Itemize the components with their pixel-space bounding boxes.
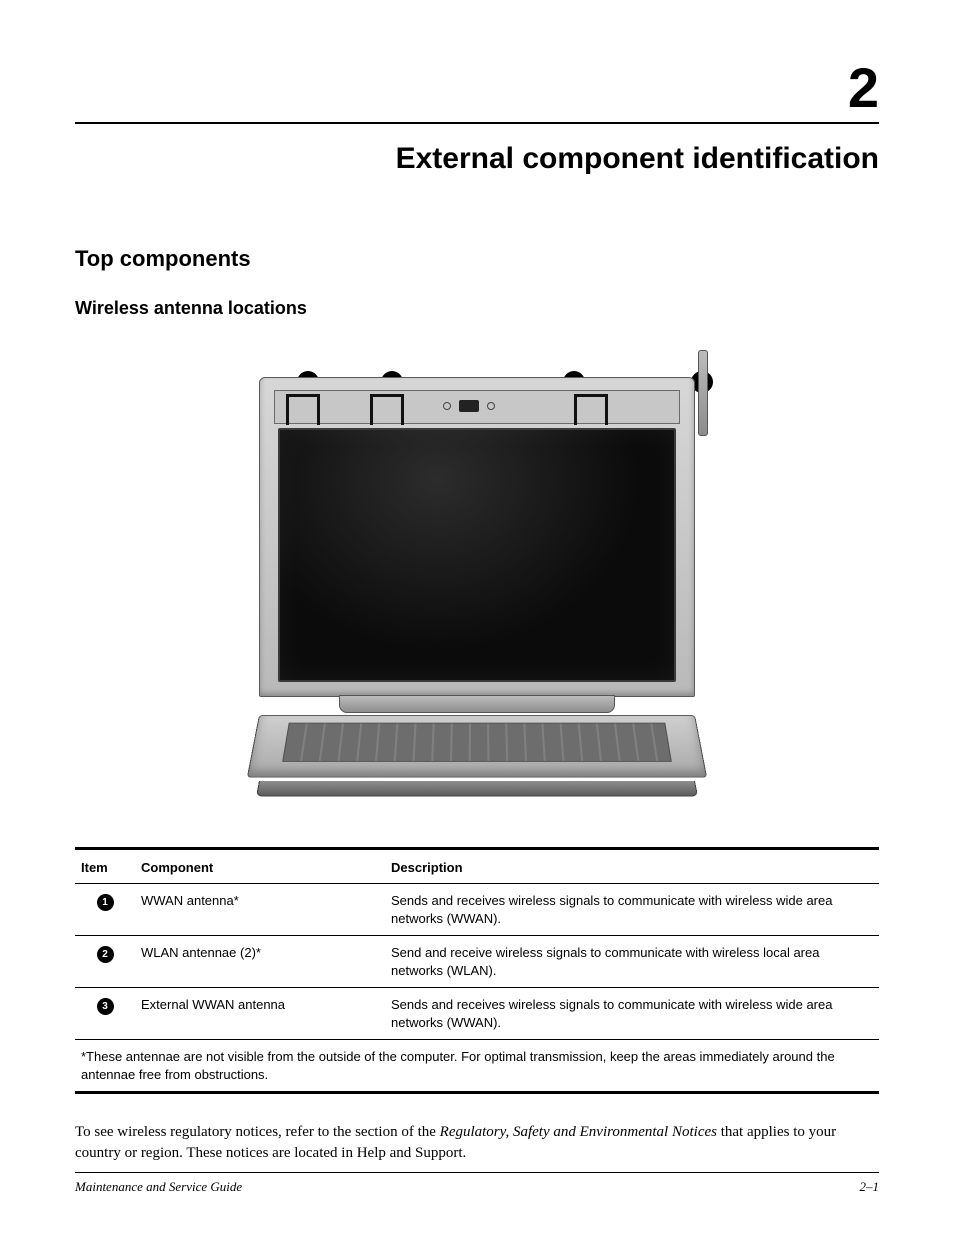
table-row: 1 WWAN antenna* Sends and receives wirel… [75, 884, 879, 936]
table-header-item: Item [75, 849, 135, 884]
chapter-rule [75, 122, 879, 124]
front-edge [256, 781, 698, 796]
display-panel [278, 428, 676, 682]
page-footer: Maintenance and Service Guide 2–1 [75, 1172, 879, 1195]
webcam-icon [459, 400, 479, 412]
chapter-title: External component identification [75, 142, 879, 176]
description-cell: Sends and receives wireless signals to c… [385, 884, 879, 936]
table-header-component: Component [135, 849, 385, 884]
description-cell: Send and receive wireless signals to com… [385, 936, 879, 988]
footer-title: Maintenance and Service Guide [75, 1179, 242, 1195]
component-cell: WWAN antenna* [135, 884, 385, 936]
components-table: Item Component Description 1 WWAN antenn… [75, 847, 879, 1094]
hinge [339, 695, 615, 713]
item-badge: 3 [97, 998, 114, 1015]
antenna-bracket-icon [286, 394, 320, 422]
body-text-pre: To see wireless regulatory notices, refe… [75, 1124, 440, 1140]
antenna-bracket-icon [574, 394, 608, 422]
table-row: 2 WLAN antennae (2)* Send and receive wi… [75, 936, 879, 988]
figure-container: 1 2 2 3 [75, 347, 879, 807]
section-heading-top-components: Top components [75, 246, 879, 272]
laptop-figure: 1 2 2 3 [247, 347, 707, 807]
table-footnote-row: *These antennae are not visible from the… [75, 1040, 879, 1093]
external-antenna-icon [698, 350, 708, 436]
table-header-description: Description [385, 849, 879, 884]
body-paragraph: To see wireless regulatory notices, refe… [75, 1122, 879, 1163]
table-footnote: *These antennae are not visible from the… [75, 1040, 879, 1093]
keyboard-deck [247, 715, 707, 778]
body-text-italic: Regulatory, Safety and Environmental Not… [440, 1124, 717, 1140]
description-cell: Sends and receives wireless signals to c… [385, 988, 879, 1040]
keyboard-keys [282, 723, 672, 762]
component-cell: External WWAN antenna [135, 988, 385, 1040]
footer-page-number: 2–1 [860, 1179, 880, 1195]
sensor-icon [487, 402, 495, 410]
laptop-illustration [259, 377, 695, 799]
table-row: 3 External WWAN antenna Sends and receiv… [75, 988, 879, 1040]
component-cell: WLAN antennae (2)* [135, 936, 385, 988]
sensor-icon [443, 402, 451, 410]
item-badge: 2 [97, 946, 114, 963]
chapter-number: 2 [75, 60, 879, 116]
antenna-bracket-icon [370, 394, 404, 422]
item-badge: 1 [97, 894, 114, 911]
section-heading-wireless-antenna: Wireless antenna locations [75, 298, 879, 319]
